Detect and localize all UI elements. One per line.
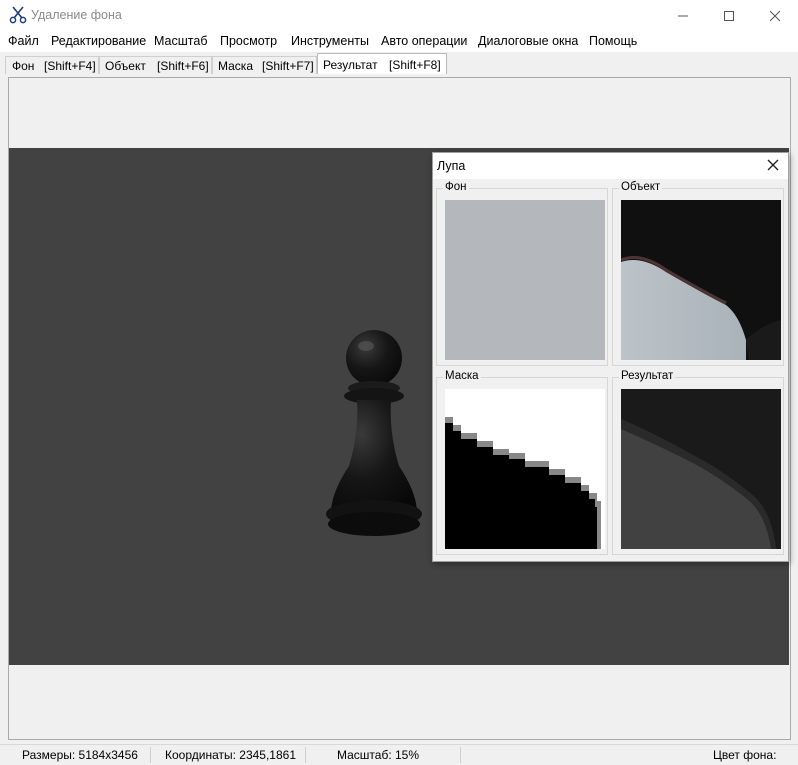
tab-shortcut: [Shift+F8] <box>389 58 441 72</box>
scissors-icon <box>9 6 27 24</box>
status-separator <box>150 747 151 763</box>
menu-auto-operations[interactable]: Авто операции <box>381 34 467 48</box>
status-image-size: Размеры: 5184x3456 <box>22 748 138 762</box>
status-separator <box>305 747 306 763</box>
loupe-panel-mask: Маска <box>436 370 608 555</box>
panel-label: Фон <box>443 181 469 193</box>
result-thumbnail <box>621 389 781 549</box>
mask-zoom-image <box>445 417 601 549</box>
menu-view[interactable]: Просмотр <box>220 34 277 48</box>
tab-background[interactable]: Фон [Shift+F4] <box>5 56 99 74</box>
maximize-button[interactable] <box>706 0 752 31</box>
tab-label: Объект <box>105 59 146 73</box>
tab-label: Результат <box>323 58 378 72</box>
tab-mask[interactable]: Маска [Shift+F7] <box>212 56 317 74</box>
mask-thumbnail <box>445 389 605 549</box>
loupe-window[interactable]: Лупа Фон Объект Маска Результат <box>432 152 789 562</box>
tab-label: Маска <box>218 59 253 73</box>
status-coordinates: Координаты: 2345,1861 <box>165 748 296 762</box>
maximize-icon <box>724 10 734 21</box>
tab-shortcut: [Shift+F4] <box>44 59 96 73</box>
tab-object[interactable]: Объект [Shift+F6] <box>99 56 212 74</box>
loupe-panel-object: Объект <box>612 181 784 366</box>
tab-shortcut: [Shift+F7] <box>262 59 314 73</box>
menu-file[interactable]: Файл <box>8 34 39 48</box>
status-background-color: Цвет фона: <box>713 748 777 762</box>
menu-bar: Файл Редактирование Масштаб Просмотр Инс… <box>0 31 798 52</box>
close-button[interactable] <box>752 0 798 31</box>
tab-result[interactable]: Результат [Shift+F8] <box>317 53 447 74</box>
tab-shortcut: [Shift+F6] <box>157 59 209 73</box>
close-icon[interactable] <box>766 158 780 172</box>
menu-zoom[interactable]: Масштаб <box>154 34 207 48</box>
status-separator <box>460 747 461 763</box>
object-thumbnail <box>621 200 781 360</box>
loupe-title-bar: Лупа <box>433 153 788 179</box>
result-zoom-image <box>621 389 781 549</box>
status-zoom: Масштаб: 15% <box>337 748 420 762</box>
panel-label: Маска <box>443 370 481 382</box>
object-zoom-image <box>621 256 781 360</box>
background-thumbnail <box>445 200 605 360</box>
loupe-title: Лупа <box>437 159 466 173</box>
status-bar: Размеры: 5184x3456 Координаты: 2345,1861… <box>0 744 798 765</box>
loupe-panel-background: Фон <box>436 181 608 366</box>
close-icon <box>769 10 781 21</box>
menu-tools[interactable]: Инструменты <box>291 34 369 48</box>
menu-edit[interactable]: Редактирование <box>51 34 146 48</box>
panel-label: Результат <box>619 370 676 382</box>
menu-help[interactable]: Помощь <box>589 34 637 48</box>
panel-label: Объект <box>619 181 663 193</box>
menu-dialogs[interactable]: Диалоговые окна <box>478 34 578 48</box>
loupe-panel-result: Результат <box>612 370 784 555</box>
tab-strip: Фон [Shift+F4] Объект [Shift+F6] Маска [… <box>0 52 798 74</box>
window-title: Удаление фона <box>31 8 122 22</box>
tab-label: Фон <box>12 59 35 73</box>
title-bar: Удаление фона <box>0 0 798 31</box>
minimize-button[interactable] <box>660 0 706 31</box>
minimize-icon <box>678 15 688 16</box>
